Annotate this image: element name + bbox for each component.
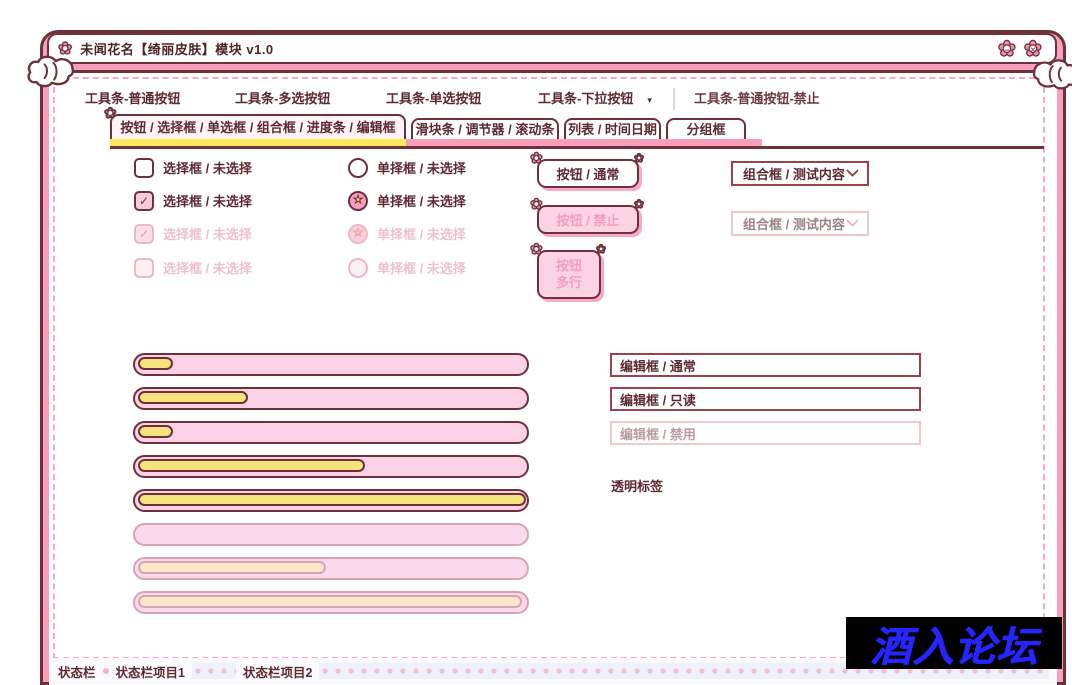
- minimize-button[interactable]: ✿ –: [994, 36, 1020, 62]
- progressbar-4: [133, 455, 529, 478]
- radio-label: 单择框 / 未选择: [377, 161, 466, 176]
- tab-groupbox-page[interactable]: 分组框: [666, 118, 746, 139]
- toolbar-button-radio[interactable]: 工具条-单选按钮: [386, 89, 481, 109]
- progress-fill: [138, 459, 366, 472]
- progress-fill: [138, 391, 248, 404]
- chevron-down-icon: [846, 214, 859, 228]
- statusbar-dotted-segment: [191, 663, 236, 679]
- transparent-label: 透明标签: [611, 479, 664, 494]
- wing-decoration-right: [1032, 59, 1072, 90]
- progress-fill: [138, 595, 523, 608]
- toolbar-separator: [673, 88, 675, 110]
- button-flower-icon: ✿: [529, 150, 543, 167]
- forum-watermark: 酒入论坛: [846, 617, 1062, 670]
- progress-fill: [138, 425, 174, 438]
- close-mark-icon: ✕: [1029, 45, 1037, 55]
- checkbox-icon: [134, 257, 154, 278]
- checkbox-checked-icon: ✓: [134, 190, 154, 211]
- progress-fill: [138, 561, 327, 574]
- progressbar-2: [133, 387, 529, 410]
- combobox-value: 组合框 / 测试内容: [743, 217, 845, 232]
- radio-checked[interactable]: ★ 单择框 / 未选择: [348, 190, 466, 211]
- radio-label: 单择框 / 未选择: [377, 194, 466, 209]
- tab-sliders-page[interactable]: 滑块条 / 调节器 / 滚动条: [411, 118, 559, 139]
- titlebar-divider: [43, 70, 1063, 73]
- statusbar-dot-separator: [102, 668, 109, 674]
- progressbar-3: [133, 421, 529, 444]
- radio-checked-disabled: ★ 单择框 / 未选择: [348, 223, 466, 244]
- toolbar-button-disabled: 工具条-普通按钮-禁止: [694, 91, 820, 106]
- tab-label: 分组框: [686, 122, 726, 137]
- tab-list-date-page[interactable]: 列表 / 时间日期: [564, 118, 661, 139]
- checkbox-label: 选择框 / 未选择: [163, 261, 252, 276]
- toolbar-button-normal[interactable]: 工具条-普通按钮: [85, 89, 180, 109]
- button-flower-icon: ✿: [529, 241, 543, 258]
- editbox-readonly[interactable]: [610, 387, 921, 411]
- progressbar-disabled-half: [133, 557, 529, 580]
- tab-label: 按钮 / 选择框 / 单选框 / 组合框 / 进度条 / 编辑框: [120, 120, 396, 135]
- radio-label: 单择框 / 未选择: [377, 227, 466, 242]
- progressbar-1: [133, 353, 529, 376]
- tab-flower-icon: ❀: [103, 105, 117, 122]
- progressbar-disabled-full: [133, 591, 529, 614]
- statusbar-item-1: 状态栏项目1: [115, 665, 185, 680]
- radio-icon: [348, 157, 368, 178]
- dropdown-arrow-icon: ▾: [647, 95, 652, 105]
- button-flower-icon: ✿: [529, 196, 543, 213]
- minimize-mark-icon: –: [1004, 45, 1010, 55]
- checkbox-checked[interactable]: ✓ 选择框 / 未选择: [134, 190, 252, 211]
- combobox-disabled: 组合框 / 测试内容: [731, 211, 869, 236]
- progress-fill: [138, 357, 174, 370]
- checkbox-icon: [134, 157, 154, 178]
- radio-checked-icon: ★: [348, 223, 368, 244]
- radio-unchecked-disabled: 单择框 / 未选择: [348, 257, 466, 278]
- chevron-down-icon: [846, 164, 859, 178]
- button-disabled: ✿ ❀ 按钮 / 禁止: [529, 196, 645, 234]
- editbox-normal[interactable]: [610, 353, 921, 377]
- toolbar-button-check[interactable]: 工具条-多选按钮: [235, 89, 330, 109]
- tab-underline: [110, 146, 1044, 149]
- toolbar-dropdown-label: 工具条-下拉按钮: [538, 91, 634, 106]
- button-sparkle-icon: ❀: [633, 151, 644, 165]
- checkbox-unchecked[interactable]: 选择框 / 未选择: [134, 157, 252, 178]
- button-label-line2: 多行: [555, 274, 582, 290]
- progress-fill: [138, 493, 527, 506]
- statusbar-item-2: 状态栏项目2: [242, 665, 313, 680]
- wing-decoration-left: [27, 55, 75, 88]
- button-label: 按钮 / 通常: [556, 167, 620, 182]
- checkbox-checked-disabled: ✓ 选择框 / 未选择: [134, 223, 252, 244]
- checkbox-label: 选择框 / 未选择: [163, 194, 252, 209]
- radio-label: 单择框 / 未选择: [377, 261, 466, 276]
- editbox-disabled: [610, 421, 921, 445]
- checkbox-label: 选择框 / 未选择: [163, 227, 252, 242]
- button-label-line1: 按钮: [555, 257, 582, 273]
- desktop: ✿ 未闻花名【绮丽皮肤】模块 v1.0 ✿ – ✿ ✕ 工具条-普通按钮 工具条…: [0, 0, 1072, 685]
- statusbar-title: 状态栏: [58, 665, 96, 680]
- checkbox-checked-icon: ✓: [134, 223, 154, 244]
- window-title: 未闻花名【绮丽皮肤】模块 v1.0: [80, 42, 274, 57]
- button-multiline[interactable]: ✿ ❀ 按钮 多行: [529, 241, 607, 299]
- progressbar-disabled-empty: [133, 523, 529, 546]
- combobox-normal[interactable]: 组合框 / 测试内容: [731, 161, 869, 186]
- button-normal[interactable]: ✿ ❀ 按钮 / 通常: [529, 150, 645, 188]
- checkbox-unchecked-disabled: 选择框 / 未选择: [134, 257, 252, 278]
- tab-label: 滑块条 / 调节器 / 滚动条: [415, 122, 555, 137]
- button-sparkle-icon: ❀: [633, 197, 644, 211]
- title-bar: ✿ 未闻花名【绮丽皮肤】模块 v1.0 ✿ – ✿ ✕: [47, 33, 1057, 64]
- button-sparkle-icon: ❀: [595, 242, 606, 256]
- tab-buttons-page[interactable]: ❀ 按钮 / 选择框 / 单选框 / 组合框 / 进度条 / 编辑框: [103, 105, 406, 139]
- tab-label: 列表 / 时间日期: [568, 122, 657, 137]
- radio-icon: [348, 257, 368, 278]
- radio-checked-icon: ★: [348, 190, 368, 211]
- star-icon: ★: [353, 194, 364, 206]
- star-icon: ★: [353, 227, 364, 239]
- button-label: 按钮 / 禁止: [556, 213, 620, 228]
- radio-unchecked[interactable]: 单择框 / 未选择: [348, 157, 466, 178]
- watermark-text: 酒入论坛: [870, 624, 1038, 670]
- combobox-value: 组合框 / 测试内容: [743, 167, 845, 182]
- progressbar-5: [133, 489, 529, 512]
- toolbar-dropdown-button[interactable]: 工具条-下拉按钮 ▾: [538, 89, 652, 109]
- checkbox-label: 选择框 / 未选择: [163, 161, 252, 176]
